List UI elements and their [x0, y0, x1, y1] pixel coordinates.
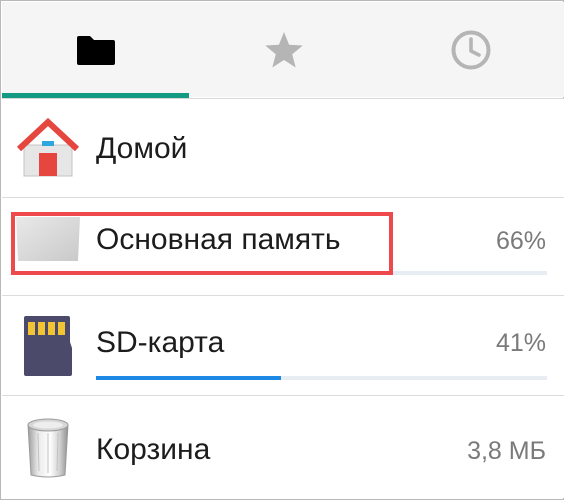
usage-percent: 66% [495, 227, 546, 255]
star-icon [265, 31, 303, 67]
trash-icon [16, 415, 80, 479]
location-row-sd-card[interactable]: SD-карта 41% [2, 296, 564, 395]
tab-favorites[interactable] [190, 2, 378, 97]
tab-recent[interactable] [378, 2, 564, 97]
highlight-box [11, 212, 393, 275]
clock-icon [451, 30, 491, 69]
location-label: Домой [96, 132, 188, 165]
sd-card-icon [16, 314, 80, 378]
location-row-home[interactable]: Домой [2, 99, 564, 197]
home-icon [16, 116, 80, 180]
usage-bar [96, 376, 547, 380]
location-label: SD-карта [96, 326, 225, 359]
tab-bar [2, 2, 564, 97]
trash-size: 3,8 МБ [467, 437, 546, 465]
location-label: Корзина [96, 433, 211, 466]
tab-files[interactable] [2, 2, 190, 97]
location-row-trash[interactable]: Корзина 3,8 МБ [2, 396, 564, 498]
folder-icon [77, 35, 115, 65]
usage-percent: 41% [495, 329, 546, 357]
file-manager-window: Домой Основная память 66% SD-карта 41% К… [0, 0, 564, 500]
usage-bar-fill [96, 376, 281, 380]
